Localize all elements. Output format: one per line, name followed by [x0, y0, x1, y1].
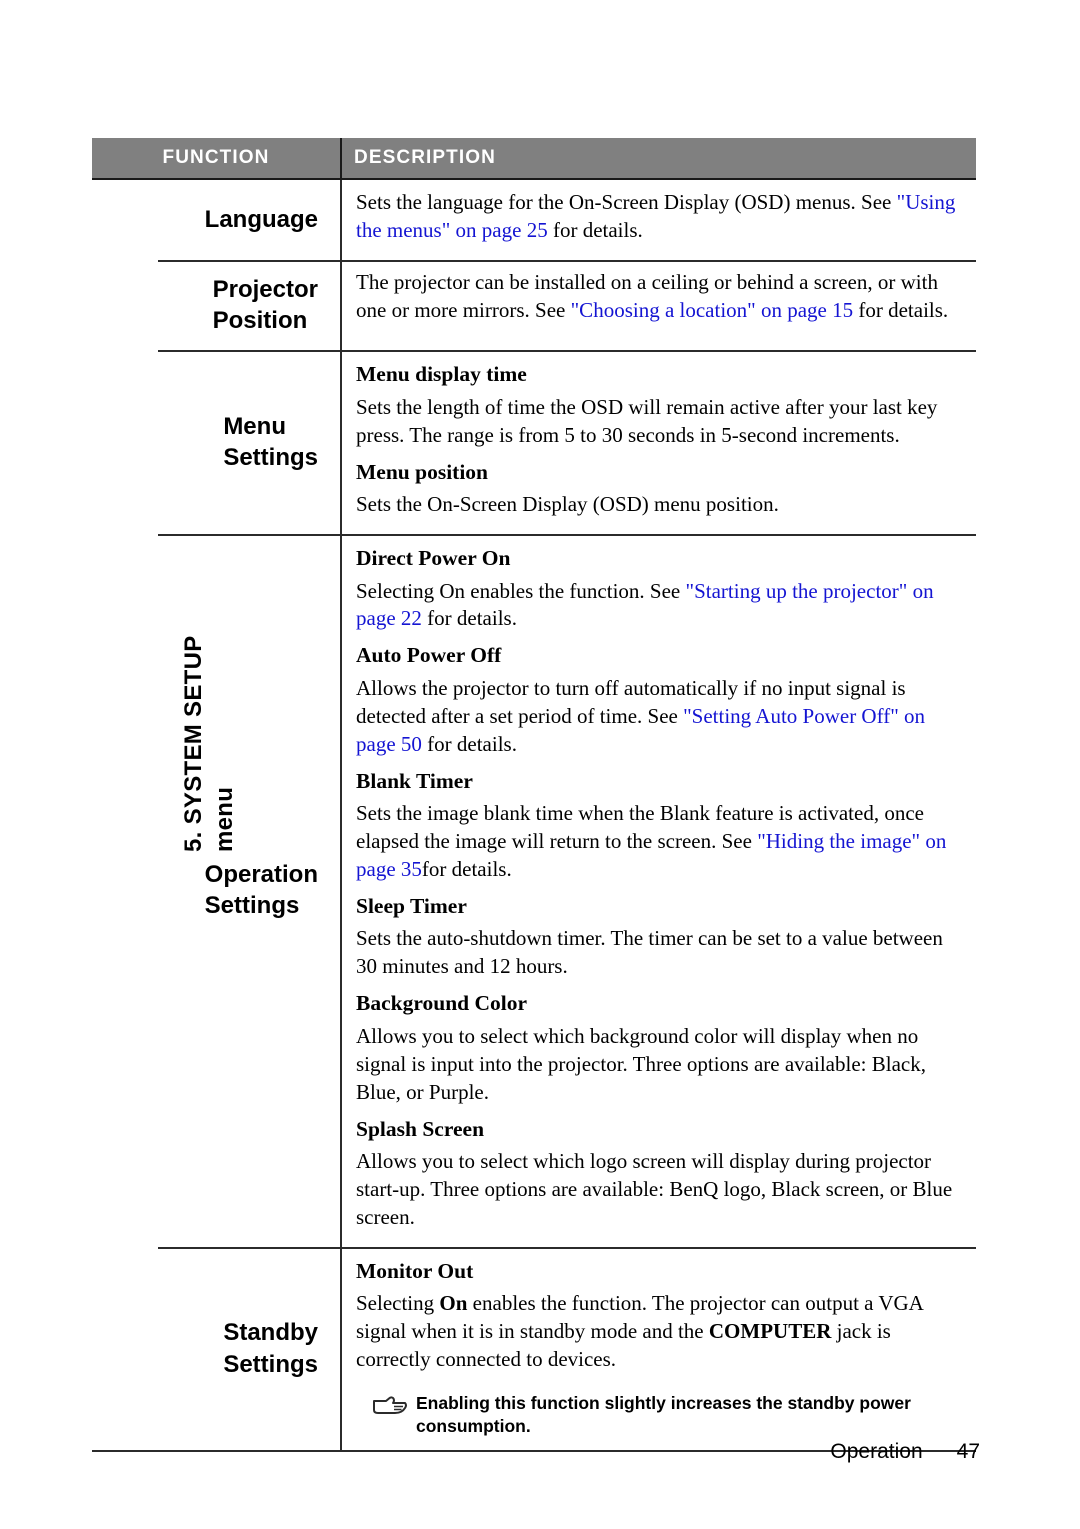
table-row: Projector Position The projector can be in… [92, 259, 976, 351]
table-row: Standby Settings Monitor Out Selecting On e… [92, 1246, 976, 1451]
note-text: Enabling this function slightly increase… [416, 1393, 911, 1437]
emphasized-term: On [439, 1291, 468, 1316]
table-cell-function: Operation Settings [92, 534, 342, 1247]
cross-reference-link[interactable]: "Choosing a location" on page 15 [571, 298, 854, 322]
table-cell-function: Standby Settings [92, 1246, 342, 1451]
table-row: Menu Settings Menu display time Sets the le… [92, 350, 976, 535]
emphasized-term: COMPUTER [708, 1319, 832, 1344]
table-cell-function: Projector Position [92, 259, 342, 351]
page-footer: Operation 47 [0, 1440, 1080, 1464]
text-run: for details. [547, 217, 643, 242]
footer-page-number: 47 [956, 1440, 980, 1463]
table-body: Language Sets the language for the On-Scr… [92, 180, 976, 1453]
text-run: for details. [421, 731, 517, 756]
text-run: Selecting On enables the function. See [356, 578, 686, 603]
footer-section-label: Operation [830, 1440, 923, 1463]
table-cell-description: The projector can be installed on a ceil… [342, 260, 976, 350]
pointing-hand-icon [370, 1390, 416, 1424]
description-paragraph: Sets the On-Screen Display (OSD) menu po… [356, 491, 964, 519]
table-header-row: FUNCTION DESCRIPTION [92, 138, 976, 180]
function-name-label: Standby Settings [223, 1319, 318, 1378]
text-run: Allows you to select which logo screen w… [356, 1149, 953, 1229]
table-row: Language Sets the language for the On-Scr… [92, 180, 976, 260]
description-paragraph: Selecting On enables the function. See "… [356, 578, 964, 634]
description-paragraph: Sets the length of time the OSD will rem… [356, 394, 964, 450]
function-name-label: Operation Settings [204, 861, 318, 920]
document-page: 5. SYSTEM SETUP menu FUNCTION DESCRIPTIO… [0, 0, 1080, 1529]
table-row: Operation Settings Direct Power On Selectin… [92, 534, 976, 1247]
function-name-label: Language [204, 206, 318, 234]
description-subheading: Sleep Timer [356, 893, 467, 918]
table-cell-description: Menu display time Sets the length of time… [342, 350, 976, 534]
function-name-label: Menu Settings [223, 412, 318, 472]
table-cell-description: Direct Power On Selecting On enables the … [342, 534, 976, 1247]
text-run: Sets the language for the On-Screen Disp… [356, 190, 897, 214]
table-cell-description: Sets the language for the On-Screen Disp… [342, 180, 976, 260]
function-description-table: FUNCTION DESCRIPTION Language Sets the la… [92, 138, 976, 1453]
text-run: for details. [421, 606, 517, 631]
description-subheading: Menu position [356, 459, 489, 484]
description-paragraph: Sets the auto-shutdown timer. The timer … [356, 925, 964, 981]
function-name-label: Projector Position [212, 275, 318, 335]
text-run: Selecting [356, 1291, 440, 1316]
table-cell-description: Monitor Out Selecting On enables the func… [342, 1247, 976, 1450]
description-subheading: Auto Power Off [356, 643, 502, 668]
description-paragraph: The projector can be installed on a ceil… [356, 269, 964, 325]
description-paragraph: Allows the projector to turn off automat… [356, 675, 964, 759]
description-paragraph: Sets the image blank time when the Blank… [356, 800, 964, 884]
description-subheading: Monitor Out [356, 1258, 474, 1283]
description-subheading: Splash Screen [356, 1116, 485, 1141]
description-paragraph: Selecting On enables the function. The p… [356, 1290, 964, 1374]
table-cell-function: Menu Settings [92, 350, 342, 535]
table-cell-function: Language [92, 180, 342, 260]
note-callout: Enabling this function slightly increase… [356, 1390, 964, 1438]
text-run: for details. [853, 297, 949, 322]
description-paragraph: Allows you to select which logo screen w… [356, 1148, 964, 1232]
table-header-function: FUNCTION [92, 138, 342, 178]
description-subheading: Menu display time [356, 362, 527, 387]
text-run: Sets the On-Screen Display (OSD) menu po… [356, 492, 779, 517]
text-run: Sets the auto-shutdown timer. The timer … [356, 926, 943, 979]
description-subheading: Direct Power On [356, 546, 511, 571]
text-run: Sets the length of time the OSD will rem… [356, 394, 938, 447]
text-run: Allows you to select which background co… [356, 1023, 926, 1104]
description-paragraph: Allows you to select which background co… [356, 1023, 964, 1107]
table-header-description: DESCRIPTION [354, 147, 496, 168]
description-subheading: Blank Timer [356, 768, 473, 793]
text-run: for details. [421, 857, 512, 882]
description-paragraph: Sets the language for the On-Screen Disp… [356, 189, 964, 245]
description-subheading: Background Color [356, 991, 528, 1016]
